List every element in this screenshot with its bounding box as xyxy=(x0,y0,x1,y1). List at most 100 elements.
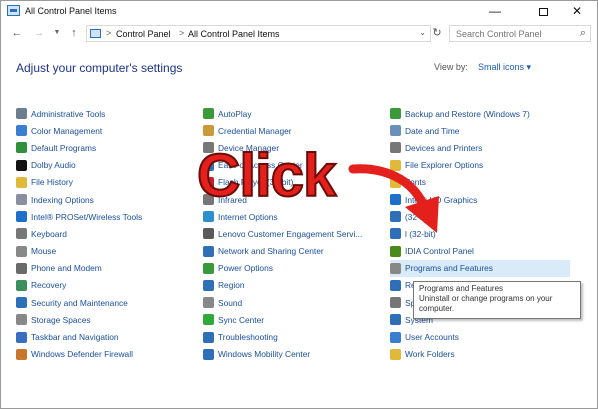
control-panel-item[interactable]: Keyboard xyxy=(16,225,196,242)
tooltip: Programs and Features Uninstall or chang… xyxy=(413,281,581,319)
navigation-bar: ← → ▼ ↑ > Control Panel > All Control Pa… xyxy=(1,24,597,44)
item-icon xyxy=(390,194,401,206)
control-panel-item[interactable]: Storage Spaces xyxy=(16,311,196,328)
control-panel-item[interactable]: l (32-bit) xyxy=(390,225,570,242)
item-icon xyxy=(390,314,401,326)
item-icon xyxy=(390,211,401,223)
programs-and-features-item[interactable]: Programs and Features xyxy=(390,259,570,277)
item-label: Network and Sharing Center xyxy=(218,246,324,257)
address-bar[interactable]: > Control Panel > All Control Panel Item… xyxy=(86,25,431,42)
view-by-dropdown[interactable]: Small icons ▾ xyxy=(478,62,531,73)
control-panel-item[interactable]: Dolby Audio xyxy=(16,157,196,174)
control-panel-item[interactable]: Power Options xyxy=(203,260,383,277)
item-icon xyxy=(203,314,214,326)
search-input[interactable] xyxy=(450,26,570,41)
item-label: File Explorer Options xyxy=(405,160,484,171)
back-arrow-icon[interactable]: ← xyxy=(10,25,24,41)
control-panel-item[interactable]: File Explorer Options xyxy=(390,157,570,174)
control-panel-item[interactable]: Work Folders xyxy=(390,346,570,363)
control-panel-item[interactable]: Lenovo Customer Engagement Servi... xyxy=(203,225,383,242)
control-panel-item[interactable]: Color Management xyxy=(16,122,196,139)
control-panel-item[interactable]: Sound xyxy=(203,294,383,311)
control-panel-item[interactable]: Intel® HD Graphics xyxy=(390,191,570,208)
item-icon xyxy=(390,262,401,274)
control-panel-item[interactable]: AutoPlay xyxy=(203,105,383,122)
view-by-label: View by: xyxy=(434,62,468,72)
control-panel-item[interactable]: Region xyxy=(203,277,383,294)
control-panel-item[interactable]: IDIA Control Panel xyxy=(390,243,570,260)
item-icon xyxy=(390,228,401,240)
control-panel-item[interactable]: Mouse xyxy=(16,243,196,260)
item-icon xyxy=(16,159,27,171)
item-label: Taskbar and Navigation xyxy=(31,332,119,343)
tooltip-description: Uninstall or change programs on your com… xyxy=(419,294,553,313)
window-title: All Control Panel Items xyxy=(25,6,117,16)
forward-arrow-icon[interactable]: → xyxy=(32,25,46,41)
item-icon xyxy=(390,125,401,137)
control-panel-item[interactable]: Security and Maintenance xyxy=(16,294,196,311)
control-panel-item[interactable]: Date and Time xyxy=(390,122,570,139)
item-label: Indexing Options xyxy=(31,194,94,205)
item-label: Recovery xyxy=(31,280,67,291)
item-label: Credential Manager xyxy=(218,125,292,136)
control-panel-item[interactable]: Default Programs xyxy=(16,139,196,156)
search-icon[interactable]: ⌕ xyxy=(580,27,586,40)
item-icon xyxy=(203,211,214,223)
item-label: IDIA Control Panel xyxy=(405,246,474,257)
breadcrumb-separator[interactable]: > xyxy=(106,28,111,38)
control-panel-item[interactable]: (32-bit) xyxy=(390,208,570,225)
item-label: Keyboard xyxy=(31,228,67,239)
refresh-icon[interactable]: ↻ xyxy=(430,26,444,41)
control-panel-item[interactable]: Indexing Options xyxy=(16,191,196,208)
control-panel-item[interactable]: File History xyxy=(16,174,196,191)
control-panel-item[interactable]: Internet Options xyxy=(203,208,383,225)
control-panel-item[interactable]: Backup and Restore (Windows 7) xyxy=(390,105,570,122)
item-icon xyxy=(16,348,27,360)
control-panel-item[interactable]: User Accounts xyxy=(390,328,570,345)
item-label: Intel® PROSet/Wireless Tools xyxy=(31,211,143,222)
close-button[interactable]: ✕ xyxy=(557,1,597,22)
item-label: Lenovo Customer Engagement Servi... xyxy=(218,228,363,239)
item-label: Sync Center xyxy=(218,314,265,325)
item-icon xyxy=(16,245,27,257)
item-label: Fonts xyxy=(405,177,426,188)
item-label: User Accounts xyxy=(405,332,459,343)
items-column-1: Administrative Tools Color Management De… xyxy=(16,105,196,363)
page-heading: Adjust your computer's settings xyxy=(16,61,183,75)
minimize-button[interactable]: — xyxy=(475,1,515,22)
control-panel-item[interactable]: Windows Defender Firewall xyxy=(16,346,196,363)
chevron-down-icon[interactable]: ⌄ xyxy=(419,28,426,37)
click-annotation: Click xyxy=(196,141,337,210)
search-box[interactable]: ⌕ xyxy=(449,25,591,42)
title-bar: All Control Panel Items — ✕ xyxy=(1,1,597,22)
item-label: Intel® HD Graphics xyxy=(405,194,478,205)
control-panel-item[interactable]: Windows Mobility Center xyxy=(203,346,383,363)
control-panel-item[interactable]: Sync Center xyxy=(203,311,383,328)
control-panel-item[interactable]: Administrative Tools xyxy=(16,105,196,122)
control-panel-item[interactable]: Troubleshooting xyxy=(203,328,383,345)
control-panel-item[interactable]: Phone and Modem xyxy=(16,260,196,277)
item-icon xyxy=(390,348,401,360)
control-panel-item[interactable]: Intel® PROSet/Wireless Tools xyxy=(16,208,196,225)
recent-locations-icon[interactable]: ▼ xyxy=(50,25,64,41)
item-label: Phone and Modem xyxy=(31,263,102,274)
control-panel-item[interactable]: Network and Sharing Center xyxy=(203,243,383,260)
item-label: l (32-bit) xyxy=(405,228,436,239)
item-label: AutoPlay xyxy=(218,108,252,119)
breadcrumb-all-items[interactable]: All Control Panel Items xyxy=(188,29,280,39)
breadcrumb-control-panel[interactable]: Control Panel xyxy=(116,29,171,39)
item-icon xyxy=(203,228,214,240)
breadcrumb-separator[interactable]: > xyxy=(179,28,184,38)
control-panel-item[interactable]: Taskbar and Navigation xyxy=(16,328,196,345)
control-panel-item[interactable]: Recovery xyxy=(16,277,196,294)
tooltip-title: Programs and Features xyxy=(419,284,504,293)
item-label: Troubleshooting xyxy=(218,332,278,343)
item-icon xyxy=(203,245,214,257)
control-panel-icon xyxy=(7,5,20,16)
item-icon xyxy=(203,297,214,309)
control-panel-item[interactable]: Credential Manager xyxy=(203,122,383,139)
up-arrow-icon[interactable]: ↑ xyxy=(67,25,81,41)
control-panel-item[interactable]: Devices and Printers xyxy=(390,139,570,156)
control-panel-item[interactable]: Fonts xyxy=(390,174,570,191)
item-icon xyxy=(203,279,214,291)
